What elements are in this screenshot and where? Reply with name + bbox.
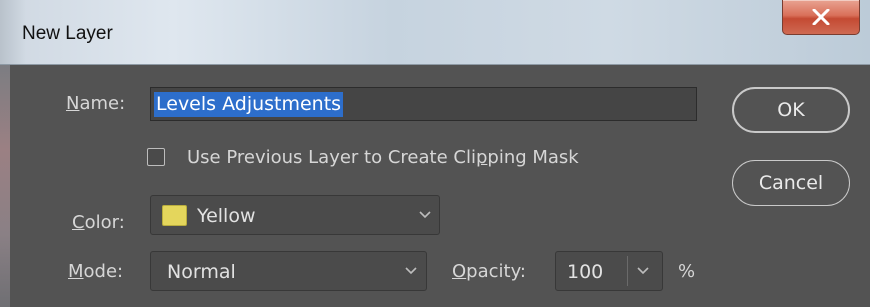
chevron-down-icon bbox=[405, 267, 417, 275]
mode-select[interactable]: Normal bbox=[150, 251, 427, 291]
name-label: Name: bbox=[66, 93, 126, 114]
opacity-unit: % bbox=[678, 261, 696, 282]
name-input[interactable]: Levels Adjustments bbox=[150, 87, 697, 121]
window-title: New Layer bbox=[22, 23, 113, 44]
color-swatch bbox=[162, 205, 187, 226]
color-select[interactable]: Yellow bbox=[150, 195, 440, 235]
color-value: Yellow bbox=[197, 205, 256, 227]
close-button[interactable] bbox=[782, 0, 860, 35]
background-window-edge bbox=[0, 65, 10, 307]
close-icon bbox=[812, 9, 830, 25]
opacity-value[interactable]: 100 bbox=[567, 261, 603, 283]
title-bar: New Layer bbox=[0, 0, 870, 65]
new-layer-dialog: Name: Levels Adjustments Use Previous La… bbox=[10, 65, 870, 307]
color-label: Color: bbox=[72, 212, 125, 233]
chevron-down-icon[interactable] bbox=[637, 265, 649, 275]
clipping-mask-checkbox[interactable] bbox=[147, 148, 165, 166]
chevron-down-icon bbox=[419, 211, 431, 219]
cancel-button[interactable]: Cancel bbox=[732, 160, 850, 206]
name-input-value: Levels Adjustments bbox=[154, 92, 344, 117]
opacity-field[interactable]: 100 bbox=[555, 251, 663, 291]
ok-button[interactable]: OK bbox=[732, 87, 850, 133]
clipping-mask-label[interactable]: Use Previous Layer to Create Clipping Ma… bbox=[187, 147, 579, 168]
mode-value: Normal bbox=[167, 261, 236, 283]
mode-label: Mode: bbox=[68, 261, 124, 282]
opacity-label: Opacity: bbox=[452, 261, 526, 282]
